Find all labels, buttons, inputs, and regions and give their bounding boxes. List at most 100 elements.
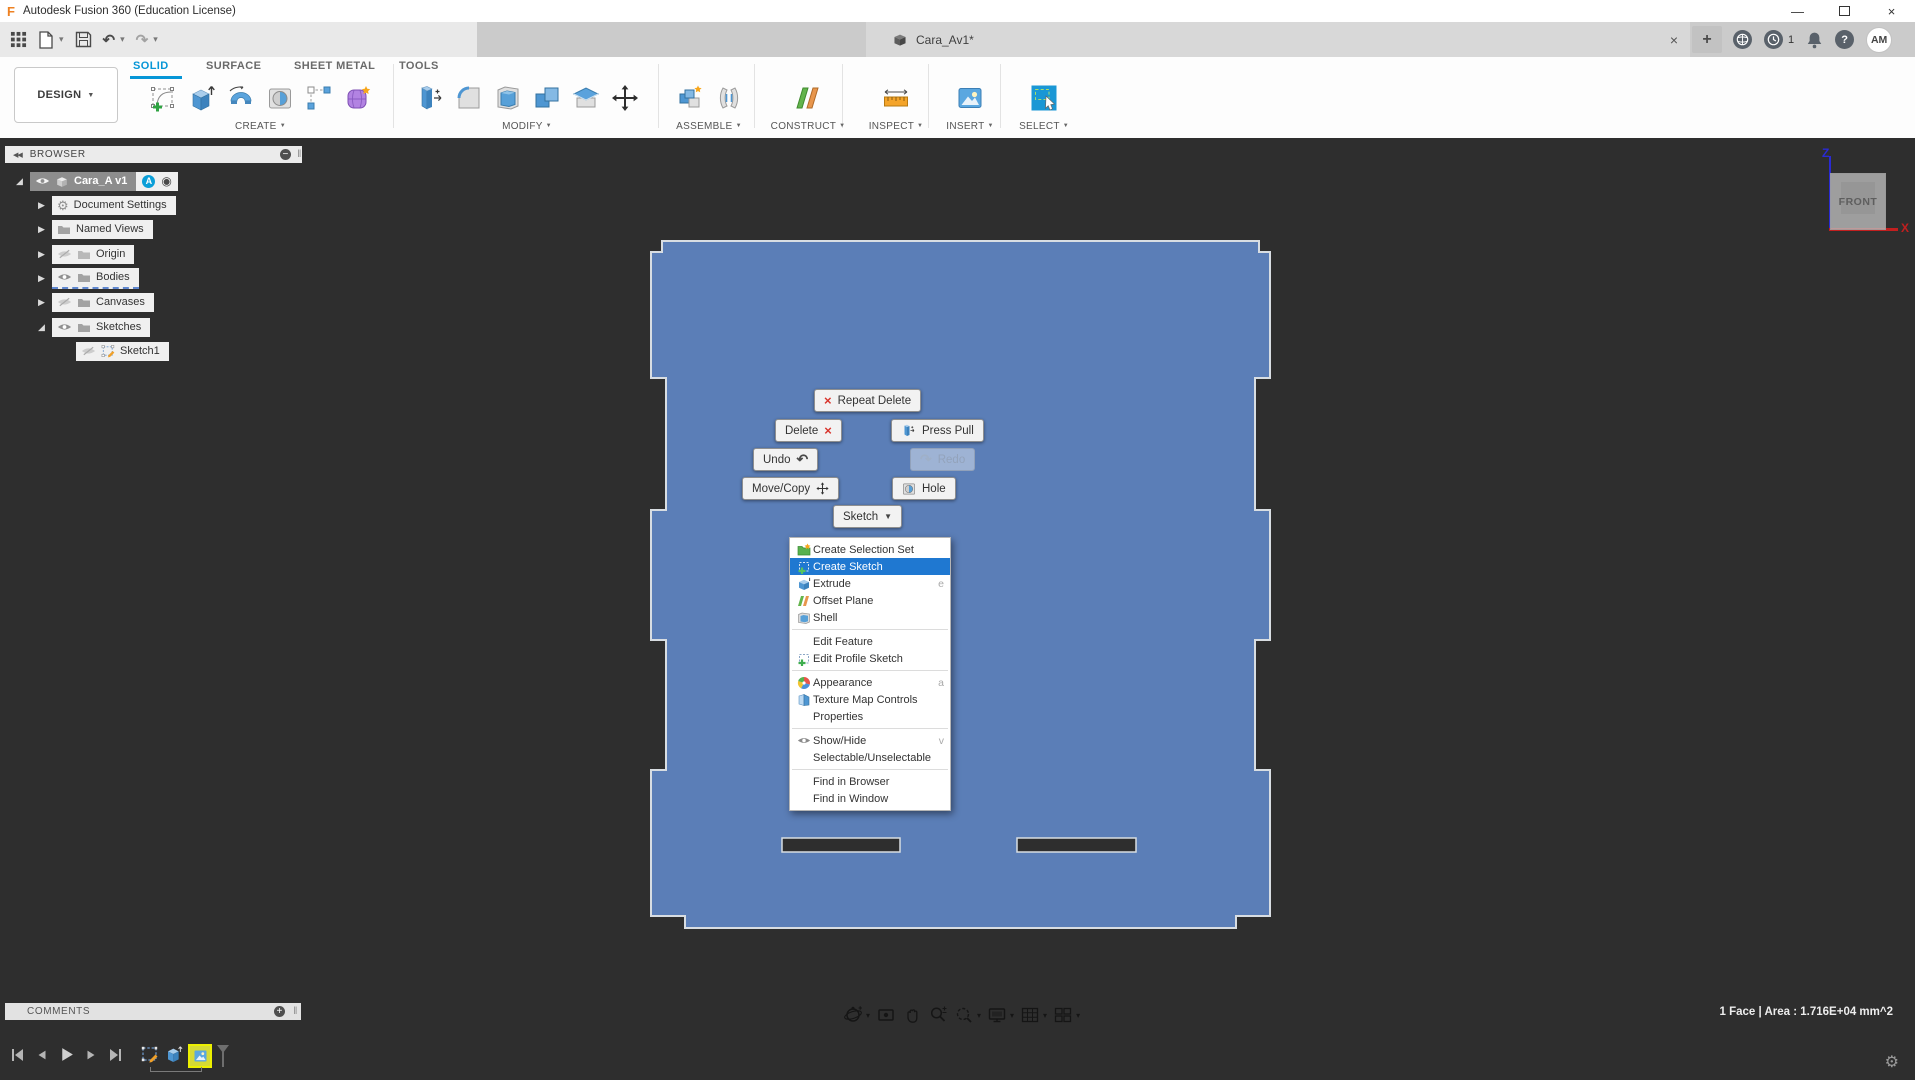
pattern-icon[interactable] <box>304 83 334 113</box>
menu-item-texture-map-controls[interactable]: Texture Map Controls <box>790 691 950 708</box>
collapse-triangle-icon[interactable]: ▶ <box>38 273 52 284</box>
marking-menu-sketch[interactable]: Sketch ▼ <box>833 505 903 528</box>
go-to-start-icon[interactable] <box>10 1047 26 1063</box>
browser-minimize-icon[interactable]: − <box>280 149 292 160</box>
menu-item-properties[interactable]: Properties <box>790 708 950 725</box>
marking-menu-delete[interactable]: Delete × <box>775 419 842 442</box>
viewcube[interactable]: FRONT <box>1830 173 1886 230</box>
look-at-icon[interactable] <box>876 1005 896 1025</box>
menu-item-find-in-window[interactable]: Find in Window <box>790 790 950 807</box>
display-settings-icon[interactable] <box>987 1005 1007 1025</box>
file-icon[interactable] <box>38 30 54 49</box>
visibility-off-eye-icon[interactable] <box>57 249 72 259</box>
menu-item-find-in-browser[interactable]: Find in Browser <box>790 773 950 790</box>
save-icon[interactable] <box>75 31 92 48</box>
marking-menu-move-copy[interactable]: Move/Copy <box>742 477 840 500</box>
step-forward-icon[interactable] <box>84 1047 98 1063</box>
undo-menu-caret-icon[interactable]: ▾ <box>120 34 125 45</box>
marking-menu-hole[interactable]: Hole <box>892 477 956 500</box>
shell-icon[interactable] <box>493 83 523 113</box>
menu-item-edit-profile-sketch[interactable]: Edit Profile Sketch <box>790 650 950 667</box>
extrude-icon[interactable] <box>187 83 217 113</box>
close-button[interactable]: × <box>1868 0 1915 22</box>
group-label-select[interactable]: SELECT ▼ <box>1004 121 1084 132</box>
create-sketch-icon[interactable] <box>148 83 178 113</box>
create-form-icon[interactable] <box>343 83 373 113</box>
add-comment-icon[interactable]: + <box>274 1006 286 1017</box>
group-label-modify[interactable]: MODIFY ▼ <box>398 121 656 132</box>
caret-down-icon[interactable]: ▾ <box>1010 1011 1014 1020</box>
timeline-sketch-feature-icon[interactable] <box>140 1044 160 1064</box>
minimize-button[interactable]: — <box>1774 0 1821 22</box>
menu-item-create-sketch[interactable]: Create Sketch <box>790 558 950 575</box>
maximize-button[interactable] <box>1821 0 1868 22</box>
revolve-icon[interactable] <box>226 83 256 113</box>
viewports-icon[interactable] <box>1053 1005 1073 1025</box>
menu-item-edit-feature[interactable]: Edit Feature <box>790 633 950 650</box>
browser-item-sketches[interactable]: ◢ Sketches <box>38 317 151 337</box>
caret-down-icon[interactable]: ▾ <box>866 1011 870 1020</box>
collapse-triangle-icon[interactable]: ▶ <box>38 200 52 211</box>
model-slot[interactable] <box>1016 837 1137 853</box>
activate-component-icon[interactable]: ◉ <box>161 175 171 187</box>
timeline-position-marker[interactable] <box>216 1044 230 1068</box>
play-icon[interactable] <box>58 1046 75 1063</box>
joint-icon[interactable] <box>714 83 744 113</box>
visibility-eye-icon[interactable] <box>35 176 50 186</box>
marking-menu-press-pull[interactable]: Press Pull <box>891 419 984 442</box>
tab-sheet-metal[interactable]: SHEET METAL <box>294 60 375 72</box>
model-slot[interactable] <box>781 837 901 853</box>
move-copy-icon[interactable] <box>610 83 640 113</box>
caret-down-icon[interactable]: ▾ <box>1043 1011 1047 1020</box>
hole-icon[interactable] <box>265 83 295 113</box>
browser-resize-grip[interactable]: ‖ <box>297 149 302 160</box>
browser-item-root[interactable]: ◢ Cara_A v1 A ◉ <box>16 171 178 191</box>
notification-bell-icon[interactable] <box>1806 31 1823 49</box>
fillet-icon[interactable] <box>454 83 484 113</box>
new-component-icon[interactable] <box>675 83 705 113</box>
comments-panel-header[interactable]: COMMENTS + ‖ <box>5 1003 301 1020</box>
marking-menu-undo[interactable]: Undo ↶ <box>753 448 819 471</box>
group-label-assemble[interactable]: ASSEMBLE ▼ <box>663 121 755 132</box>
split-body-icon[interactable] <box>571 83 601 113</box>
go-to-end-icon[interactable] <box>107 1047 123 1063</box>
browser-item-bodies[interactable]: ▶ Bodies <box>38 267 139 289</box>
collapse-triangle-icon[interactable]: ▶ <box>38 297 52 308</box>
menu-item-selectable-unselectable[interactable]: Selectable/Unselectable <box>790 749 950 766</box>
group-label-create[interactable]: CREATE ▼ <box>133 121 388 132</box>
tab-surface[interactable]: SURFACE <box>206 60 261 72</box>
shared-link-badge[interactable]: A <box>142 174 156 188</box>
visibility-off-eye-icon[interactable] <box>81 346 96 356</box>
group-label-insert[interactable]: INSERT ▼ <box>934 121 1006 132</box>
caret-down-icon[interactable]: ▾ <box>977 1011 981 1020</box>
workspace-selector[interactable]: DESIGN ▼ <box>14 67 118 123</box>
comments-resize-grip[interactable]: ‖ <box>293 1006 298 1017</box>
visibility-off-eye-icon[interactable] <box>57 297 72 307</box>
group-label-construct[interactable]: CONSTRUCT ▼ <box>764 121 852 132</box>
group-label-inspect[interactable]: INSPECT ▼ <box>852 121 940 132</box>
measure-icon[interactable] <box>881 83 911 113</box>
pan-icon[interactable] <box>902 1005 922 1025</box>
collapse-triangle-icon[interactable]: ▶ <box>38 249 52 260</box>
job-status-clock-icon[interactable] <box>1764 30 1783 49</box>
timeline-extrude-feature-icon[interactable] <box>164 1044 184 1064</box>
browser-collapse-icon[interactable]: ◀◀ <box>13 151 23 159</box>
redo-icon[interactable]: ↷ <box>136 31 149 49</box>
app-grid-icon[interactable] <box>10 31 27 48</box>
grid-display-icon[interactable] <box>1020 1005 1040 1025</box>
select-icon[interactable] <box>1029 83 1059 113</box>
menu-item-appearance[interactable]: Appearance a <box>790 674 950 691</box>
tab-solid[interactable]: SOLID <box>133 60 169 72</box>
menu-item-offset-plane[interactable]: Offset Plane <box>790 592 950 609</box>
caret-down-icon[interactable]: ▾ <box>1076 1011 1080 1020</box>
timeline-canvas-feature-icon[interactable] <box>188 1044 212 1068</box>
zoom-icon[interactable] <box>928 1005 948 1025</box>
combine-icon[interactable] <box>532 83 562 113</box>
file-menu-caret-icon[interactable]: ▾ <box>59 34 64 45</box>
visibility-eye-icon[interactable] <box>57 272 72 282</box>
browser-item-document-settings[interactable]: ▶ ⚙ Document Settings <box>38 195 176 215</box>
help-icon[interactable]: ? <box>1835 30 1855 49</box>
marking-menu-repeat-delete[interactable]: × Repeat Delete <box>814 389 922 412</box>
tab-tools[interactable]: TOOLS <box>399 60 439 72</box>
step-back-icon[interactable] <box>35 1047 49 1063</box>
